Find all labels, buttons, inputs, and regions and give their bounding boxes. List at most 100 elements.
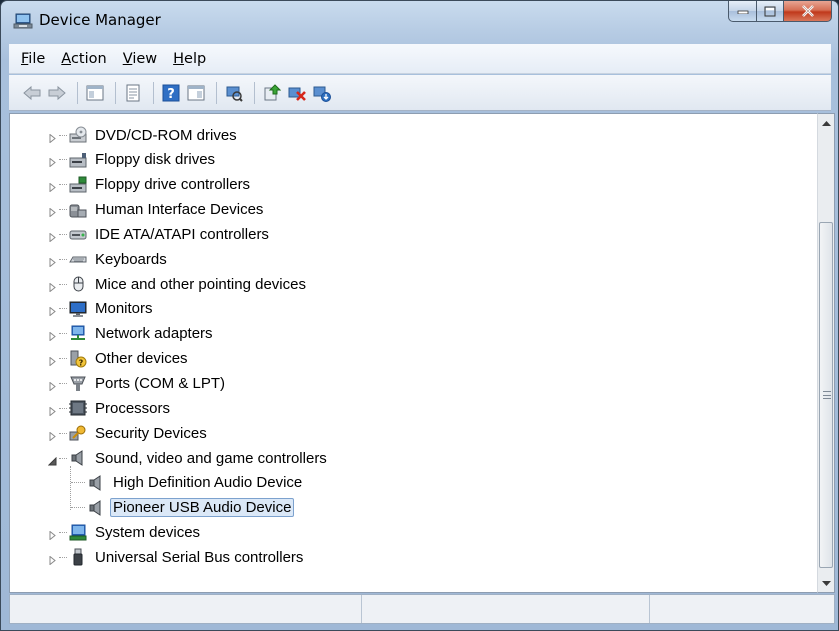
- disable-device-icon: [313, 86, 331, 102]
- action-pane-button[interactable]: [185, 82, 207, 104]
- maximize-button[interactable]: [757, 1, 784, 22]
- toolbar-separator: [115, 81, 116, 104]
- tree-item-label: Network adapters: [95, 325, 213, 343]
- tree-item-label: IDE ATA/ATAPI controllers: [95, 225, 269, 243]
- menu-action[interactable]: Action: [53, 51, 114, 67]
- tree-category-ports-com-lpt[interactable]: Ports (COM & LPT): [48, 372, 228, 396]
- menu-file[interactable]: File: [13, 51, 53, 67]
- expand-arrow-icon[interactable]: [48, 255, 57, 268]
- tree-item-label: Mice and other pointing devices: [95, 275, 306, 293]
- svg-text:?: ?: [79, 358, 84, 367]
- tree-category-human-interface-devices[interactable]: Human Interface Devices: [48, 198, 266, 222]
- status-cell-end: [650, 595, 834, 623]
- menu-help[interactable]: Help: [165, 51, 214, 67]
- disable-device-button[interactable]: [311, 82, 333, 104]
- tree-category-system-devices[interactable]: System devices: [48, 521, 203, 545]
- tree-connector: [59, 134, 67, 136]
- monitor-icon: [69, 300, 87, 318]
- tree-connector: [59, 457, 67, 459]
- scan-hardware-button[interactable]: [223, 82, 245, 104]
- expand-arrow-icon[interactable]: [48, 180, 57, 193]
- title-bar[interactable]: Device Manager: [1, 1, 838, 41]
- help-icon: ?: [162, 84, 180, 102]
- show-hide-console-tree-button[interactable]: [84, 82, 106, 104]
- toolbar-separator: [153, 81, 154, 104]
- security-key-icon: [69, 424, 87, 442]
- expand-arrow-icon[interactable]: [48, 553, 57, 566]
- expand-arrow-icon[interactable]: [48, 429, 57, 442]
- menu-view-label: iew: [132, 50, 158, 67]
- tree-category-floppy-drive-controllers[interactable]: Floppy drive controllers: [48, 173, 253, 197]
- forward-arrow-icon: [48, 85, 66, 100]
- scroll-up-button[interactable]: [818, 114, 834, 131]
- tree-category-other-devices[interactable]: ? Other devices: [48, 347, 191, 371]
- scroll-up-arrow-icon: [821, 120, 831, 126]
- scroll-down-arrow-icon: [821, 580, 831, 586]
- expand-arrow-icon[interactable]: [48, 131, 57, 144]
- tree-child-item-pioneer-usb-audio-device[interactable]: Pioneer USB Audio Device: [71, 496, 295, 520]
- scan-hardware-icon: [226, 86, 243, 102]
- tree-connector: [59, 556, 67, 558]
- tree-category-mice-and-other-pointing-devices[interactable]: Mice and other pointing devices: [48, 272, 309, 296]
- tree-category-universal-serial-bus-controllers[interactable]: Universal Serial Bus controllers: [48, 545, 306, 569]
- update-driver-icon: [264, 83, 281, 100]
- expand-arrow-icon[interactable]: [48, 329, 57, 342]
- collapse-arrow-icon[interactable]: [47, 454, 57, 466]
- expand-arrow-icon[interactable]: [48, 528, 57, 541]
- expand-arrow-icon[interactable]: [48, 230, 57, 243]
- help-button[interactable]: ?: [160, 82, 182, 104]
- tree-category-security-devices[interactable]: Security Devices: [48, 421, 210, 445]
- tree-category-sound-video-and-game-controllers[interactable]: Sound, video and game controllers: [47, 446, 330, 470]
- uninstall-device-button[interactable]: [286, 82, 308, 104]
- tree-category-processors[interactable]: Processors: [48, 396, 173, 420]
- status-cell-main: [10, 595, 362, 623]
- menu-view[interactable]: View: [115, 51, 165, 67]
- tree-connector: [59, 159, 67, 161]
- tree-item-label: Floppy disk drives: [95, 151, 216, 169]
- window-title: Device Manager: [39, 11, 161, 29]
- tree-category-keyboards[interactable]: Keyboards: [48, 247, 170, 271]
- expand-arrow-icon[interactable]: [48, 155, 57, 168]
- menu-action-mnemonic: A: [61, 50, 71, 67]
- expand-arrow-icon[interactable]: [48, 404, 57, 417]
- forward-button[interactable]: [46, 82, 68, 104]
- minimize-button[interactable]: [728, 1, 757, 22]
- tree-connector: [59, 258, 67, 260]
- tree-item-label: System devices: [95, 524, 201, 542]
- speaker-icon: [87, 474, 105, 492]
- back-button[interactable]: [21, 82, 43, 104]
- tree-category-network-adapters[interactable]: Network adapters: [48, 322, 216, 346]
- status-cell-middle: [362, 595, 650, 623]
- expand-arrow-icon[interactable]: [48, 354, 57, 367]
- device-tree[interactable]: DVD/CD-ROM drives Floppy disk drives Flopp…: [9, 113, 817, 593]
- update-driver-button[interactable]: [261, 82, 283, 104]
- tree-child-item-high-definition-audio-device[interactable]: High Definition Audio Device: [71, 471, 305, 495]
- close-icon: [801, 5, 814, 17]
- expand-arrow-icon[interactable]: [48, 379, 57, 392]
- mouse-icon: [69, 275, 87, 293]
- tree-category-ide-ata-atapi-controllers[interactable]: IDE ATA/ATAPI controllers: [48, 222, 272, 246]
- expand-arrow-icon[interactable]: [48, 205, 57, 218]
- speaker-icon: [69, 449, 87, 467]
- tree-category-floppy-disk-drives[interactable]: Floppy disk drives: [48, 148, 218, 172]
- toolbar-separator: [77, 81, 78, 104]
- tree-category-monitors[interactable]: Monitors: [48, 297, 156, 321]
- network-adapter-icon: [69, 325, 87, 343]
- tree-connector: [59, 209, 67, 211]
- tree-item-label: Processors: [95, 399, 171, 417]
- back-arrow-icon: [23, 85, 41, 100]
- toolbar-separator: [216, 81, 217, 104]
- close-button[interactable]: [784, 1, 832, 22]
- expand-arrow-icon[interactable]: [48, 304, 57, 317]
- scroll-down-button[interactable]: [818, 575, 834, 592]
- speaker-icon: [87, 499, 105, 517]
- floppy-controller-icon: [69, 176, 87, 194]
- scroll-thumb[interactable]: [819, 222, 833, 568]
- vertical-scrollbar[interactable]: [817, 113, 835, 593]
- tree-connector: [59, 308, 67, 310]
- menu-file-label: ile: [28, 50, 46, 67]
- properties-button[interactable]: [122, 82, 144, 104]
- tree-connector: [59, 184, 67, 186]
- tree-category-dvd-cd-rom-drives[interactable]: DVD/CD-ROM drives: [48, 123, 240, 147]
- expand-arrow-icon[interactable]: [48, 280, 57, 293]
